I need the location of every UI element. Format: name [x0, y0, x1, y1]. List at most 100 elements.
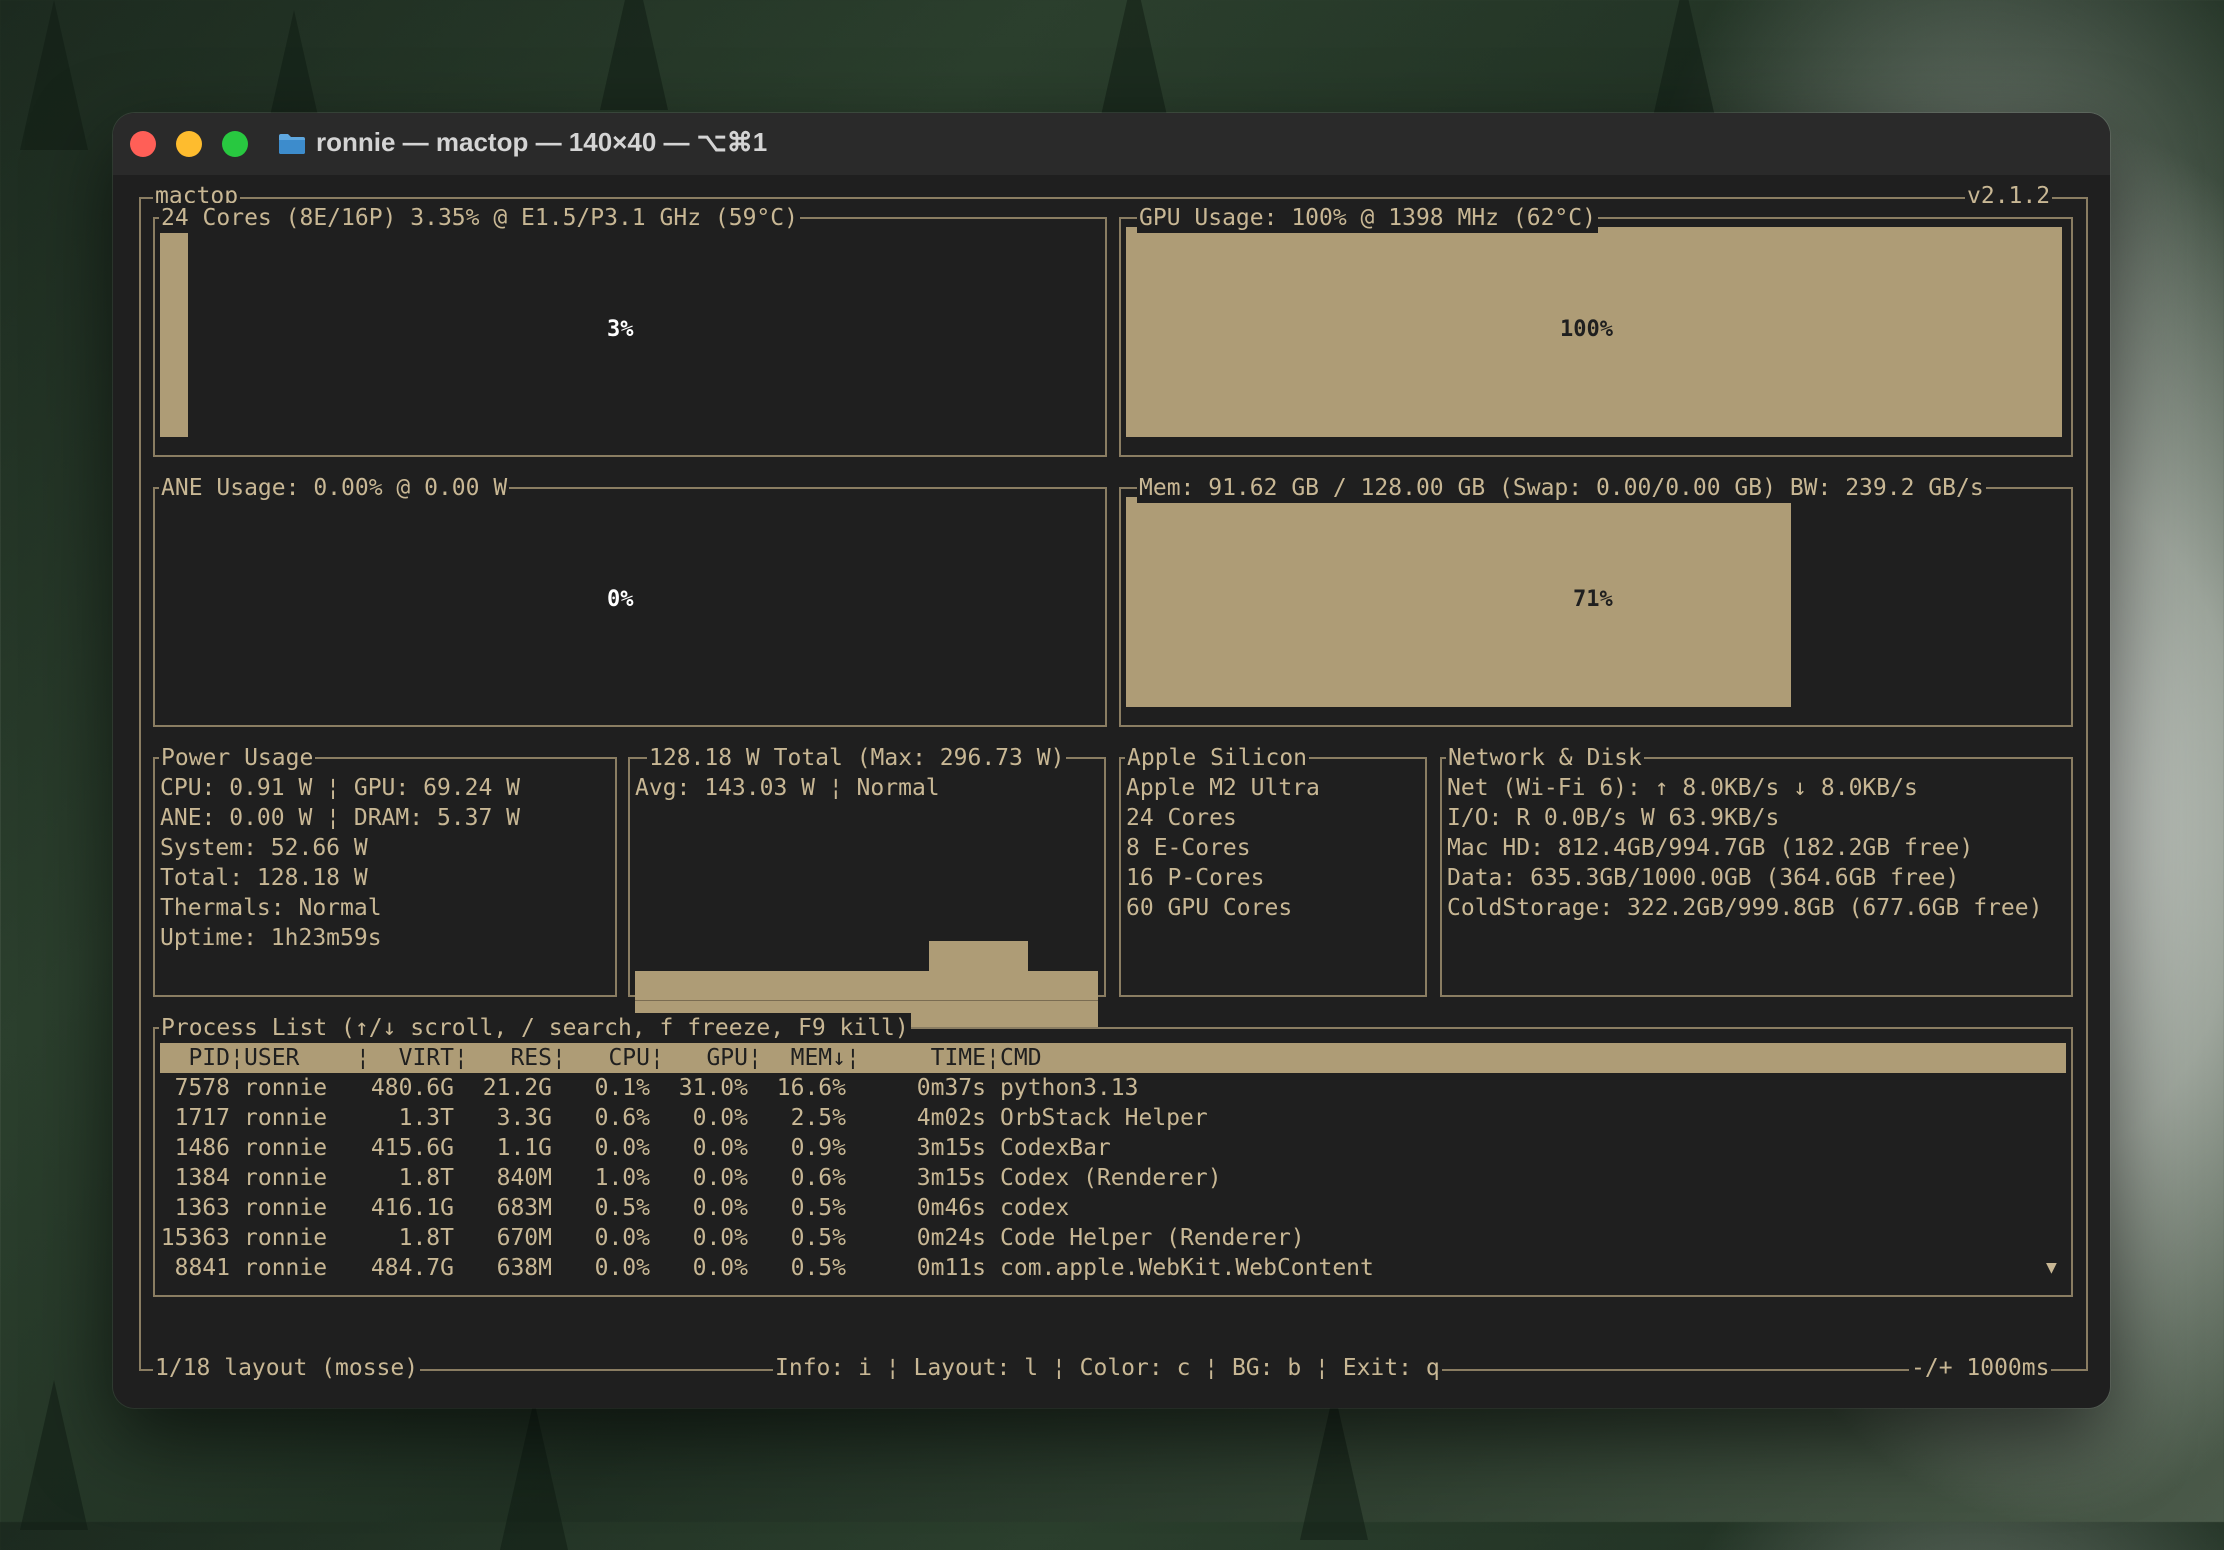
process-cell-res: 638M: [496, 1255, 552, 1281]
process-cell-user: ronnie: [244, 1195, 328, 1221]
gpu-title: GPU Usage: 100% @ 1398 MHz (62°C): [1137, 203, 1598, 233]
ane-title: ANE Usage: 0.00% @ 0.00 W: [159, 473, 510, 503]
process-row[interactable]: 15363 ronnie 1.8T 670M 0.0% 0.0% 0.5% 0m24s Code…: [160, 1223, 2066, 1253]
process-cell-cmd: com.apple.WebKit.WebContent: [1000, 1255, 1374, 1281]
process-cell-cpu: 0.1%: [594, 1075, 650, 1101]
process-cell-user: ronnie: [244, 1105, 328, 1131]
process-cell-gpu: 0.0%: [692, 1255, 748, 1281]
process-cell-gpu: 0.0%: [692, 1135, 748, 1161]
power-history-divider: [635, 1000, 1098, 1001]
process-cell-virt: 1.8T: [398, 1225, 454, 1251]
col-res[interactable]: RES: [468, 1043, 552, 1073]
process-cell-virt: 1.3T: [398, 1105, 454, 1131]
terminal-window: ronnie — mactop — 140×40 — ⌥⌘1 mactop v2…: [113, 113, 2110, 1408]
process-cell-time: 0m24s: [916, 1225, 986, 1251]
col-time[interactable]: TIME: [860, 1043, 986, 1073]
terminal-content[interactable]: mactop v2.1.2 24 Cores (8E/16P) 3.35% @ …: [113, 175, 2110, 1408]
col-virt[interactable]: VIRT: [370, 1043, 454, 1073]
disk-coldstorage: ColdStorage: 322.2GB/999.8GB (677.6GB fr…: [1447, 895, 2043, 921]
col-cpu[interactable]: CPU: [566, 1043, 650, 1073]
process-cell-mem: 0.5%: [790, 1195, 846, 1221]
process-cell-gpu: 31.0%: [678, 1075, 748, 1101]
minimize-button[interactable]: [176, 131, 202, 157]
process-row[interactable]: 8841 ronnie 484.7G 638M 0.0% 0.0% 0.5% 0m11s com…: [160, 1253, 2066, 1283]
process-row[interactable]: 7578 ronnie 480.6G 21.2G 0.1% 31.0% 16.6% 0m37s…: [160, 1073, 2066, 1103]
process-row[interactable]: 1384 ronnie 1.8T 840M 1.0% 0.0% 0.6% 3m15s Codex…: [160, 1163, 2066, 1193]
power-chart-title: 128.18 W Total (Max: 296.73 W): [647, 743, 1067, 773]
footer-refresh-interval: -/+ 1000ms: [1909, 1353, 2052, 1383]
silicon-chip: Apple M2 Ultra: [1126, 775, 1320, 801]
process-row[interactable]: 1717 ronnie 1.3T 3.3G 0.6% 0.0% 2.5% 4m02s OrbSt…: [160, 1103, 2066, 1133]
power-line-system: System: 52.66 W: [160, 835, 368, 861]
process-cell-mem: 0.6%: [790, 1165, 846, 1191]
col-separator: ¦: [650, 1045, 664, 1071]
scroll-down-indicator[interactable]: ▼: [2046, 1253, 2057, 1283]
silicon-e-cores: 8 E-Cores: [1126, 835, 1251, 861]
process-cell-pid: 15363: [160, 1225, 230, 1251]
cpu-usage-bar: [160, 227, 188, 437]
process-cell-mem: 2.5%: [790, 1105, 846, 1131]
gpu-percent: 100%: [1560, 317, 1613, 342]
process-cell-cmd: python3.13: [1000, 1075, 1139, 1101]
network-title: Network & Disk: [1446, 743, 1644, 773]
process-cell-pid: 1717: [174, 1105, 230, 1131]
ane-percent: 0%: [607, 587, 634, 612]
title-bar[interactable]: ronnie — mactop — 140×40 — ⌥⌘1: [113, 113, 2110, 176]
process-table[interactable]: PID ¦ USER ¦ VIRT ¦ RES ¦ CPU ¦ GPU ¦ ME…: [160, 1043, 2066, 1283]
process-cell-cpu: 0.0%: [594, 1225, 650, 1251]
col-cmd[interactable]: CMD: [1000, 1043, 1042, 1073]
process-cell-time: 3m15s: [916, 1165, 986, 1191]
folder-icon: [279, 134, 305, 154]
process-cell-virt: 1.8T: [398, 1165, 454, 1191]
process-cell-res: 840M: [496, 1165, 552, 1191]
power-history-bar: [929, 941, 1028, 971]
col-separator: ¦: [454, 1045, 468, 1071]
power-line-total: Total: 128.18 W: [160, 865, 368, 891]
tree-shape: [600, 0, 668, 110]
process-cell-pid: 1363: [174, 1195, 230, 1221]
network-io: I/O: R 0.0B/s W 63.9KB/s: [1447, 805, 1780, 831]
process-cell-res: 670M: [496, 1225, 552, 1251]
process-cell-pid: 1384: [174, 1165, 230, 1191]
process-cell-mem: 0.9%: [790, 1135, 846, 1161]
tree-shape: [20, 0, 88, 150]
col-user[interactable]: USER: [244, 1043, 299, 1073]
silicon-cores: 24 Cores: [1126, 805, 1237, 831]
process-cell-virt: 415.6G: [370, 1135, 454, 1161]
close-button[interactable]: [130, 131, 156, 157]
col-separator: ¦: [552, 1045, 566, 1071]
tree-shape: [1300, 1390, 1368, 1540]
zoom-button[interactable]: [222, 131, 248, 157]
power-chart-avg: Avg: 143.03 W ¦ Normal: [635, 775, 940, 801]
process-cell-mem: 0.5%: [790, 1225, 846, 1251]
cpu-title: 24 Cores (8E/16P) 3.35% @ E1.5/P3.1 GHz …: [159, 203, 800, 233]
process-cell-gpu: 0.0%: [692, 1165, 748, 1191]
process-cell-res: 21.2G: [482, 1075, 552, 1101]
process-cell-cmd: OrbStack Helper: [1000, 1105, 1208, 1131]
col-gpu[interactable]: GPU: [664, 1043, 748, 1073]
process-table-header[interactable]: PID ¦ USER ¦ VIRT ¦ RES ¦ CPU ¦ GPU ¦ ME…: [160, 1043, 2066, 1073]
col-pid[interactable]: PID: [160, 1043, 230, 1073]
col-separator: ¦: [846, 1045, 860, 1071]
cpu-percent: 3%: [607, 317, 634, 342]
silicon-title: Apple Silicon: [1125, 743, 1310, 773]
col-mem[interactable]: MEM↓: [762, 1043, 846, 1073]
process-row[interactable]: 1363 ronnie 416.1G 683M 0.5% 0.0% 0.5% 0m46s cod…: [160, 1193, 2066, 1223]
process-cell-pid: 8841: [174, 1255, 230, 1281]
process-cell-res: 1.1G: [496, 1135, 552, 1161]
col-separator: ¦: [748, 1045, 762, 1071]
process-cell-mem: 16.6%: [776, 1075, 846, 1101]
process-cell-user: ronnie: [244, 1075, 328, 1101]
process-cell-user: ronnie: [244, 1165, 328, 1191]
memory-percent: 71%: [1573, 587, 1613, 612]
process-row[interactable]: 1486 ronnie 415.6G 1.1G 0.0% 0.0% 0.9% 3m15s Cod…: [160, 1133, 2066, 1163]
power-line-ane-dram: ANE: 0.00 W ¦ DRAM: 5.37 W: [160, 805, 521, 831]
process-cell-gpu: 0.0%: [692, 1105, 748, 1131]
memory-usage-bar: [1126, 497, 1791, 707]
power-line-cpu-gpu: CPU: 0.91 W ¦ GPU: 69.24 W: [160, 775, 521, 801]
process-cell-res: 683M: [496, 1195, 552, 1221]
process-cell-gpu: 0.0%: [692, 1225, 748, 1251]
silicon-p-cores: 16 P-Cores: [1126, 865, 1265, 891]
power-line-uptime: Uptime: 1h23m59s: [160, 925, 382, 951]
process-cell-time: 0m11s: [916, 1255, 986, 1281]
